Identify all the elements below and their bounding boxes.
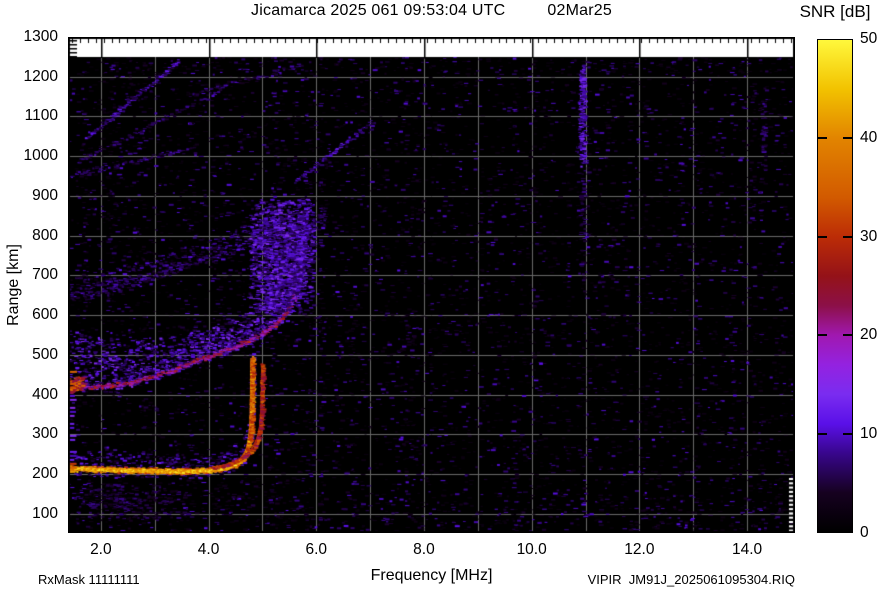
- x-tick-label: 10.0: [516, 541, 547, 558]
- colorbar-tick-label: 10: [860, 425, 878, 443]
- x-tick-label: 6.0: [305, 541, 328, 558]
- snr-colorbar: [817, 39, 853, 533]
- colorbar-tick-label: 0: [860, 524, 869, 541]
- x-tick-label: 8.0: [413, 541, 435, 558]
- rxmask-label: RxMask 11111111: [38, 572, 140, 587]
- y-tick-label: 300: [32, 425, 58, 443]
- colorbar-tick-label: 40: [860, 128, 878, 146]
- colorbar-tick-label: 50: [860, 30, 878, 47]
- colorbar-tick-mark: [843, 235, 852, 238]
- x-tick-label: 4.0: [197, 541, 220, 558]
- y-tick-label: 1200: [23, 67, 58, 85]
- colorbar-tick-label: 20: [860, 326, 878, 344]
- colorbar-tick-label: 30: [860, 227, 878, 245]
- colorbar-tick-mark: [818, 432, 827, 435]
- date-label: 02Mar25: [547, 2, 612, 19]
- y-tick-label: 200: [32, 465, 58, 483]
- y-tick-label: 400: [32, 385, 58, 403]
- y-tick-label: 800: [32, 226, 58, 244]
- x-tick-label: 2.0: [90, 541, 112, 558]
- colorbar-title: SNR [dB]: [799, 2, 871, 21]
- y-tick-label: 100: [32, 504, 58, 522]
- x-tick-label: 12.0: [624, 541, 655, 558]
- colorbar-tick-mark: [843, 137, 852, 140]
- title-row: Jicamarca 2025 061 09:53:04 UTC 02Mar25: [68, 2, 795, 20]
- colorbar-tick-mark: [843, 334, 852, 337]
- y-tick-label: 1300: [23, 28, 58, 45]
- colorbar-tick-mark: [818, 235, 827, 238]
- y-tick-label: 900: [32, 186, 58, 204]
- y-tick-label: 1100: [24, 107, 58, 125]
- y-axis-label: Range [km]: [5, 244, 22, 326]
- colorbar-tick-mark: [818, 137, 827, 140]
- colorbar-tick-mark: [843, 432, 852, 435]
- ionogram-page: Jicamarca 2025 061 09:53:04 UTC 02Mar25 …: [0, 0, 884, 595]
- y-tick-label: 500: [32, 345, 58, 363]
- x-tick-label: 14.0: [731, 541, 763, 558]
- filename-label: VIPIR JM91J_2025061095304.RIQ: [587, 572, 795, 587]
- page-title: Jicamarca 2025 061 09:53:04 UTC: [251, 2, 506, 19]
- y-tick-label: 1000: [23, 147, 58, 165]
- ionogram-plot-canvas: [68, 37, 795, 533]
- colorbar-tick-mark: [818, 334, 827, 337]
